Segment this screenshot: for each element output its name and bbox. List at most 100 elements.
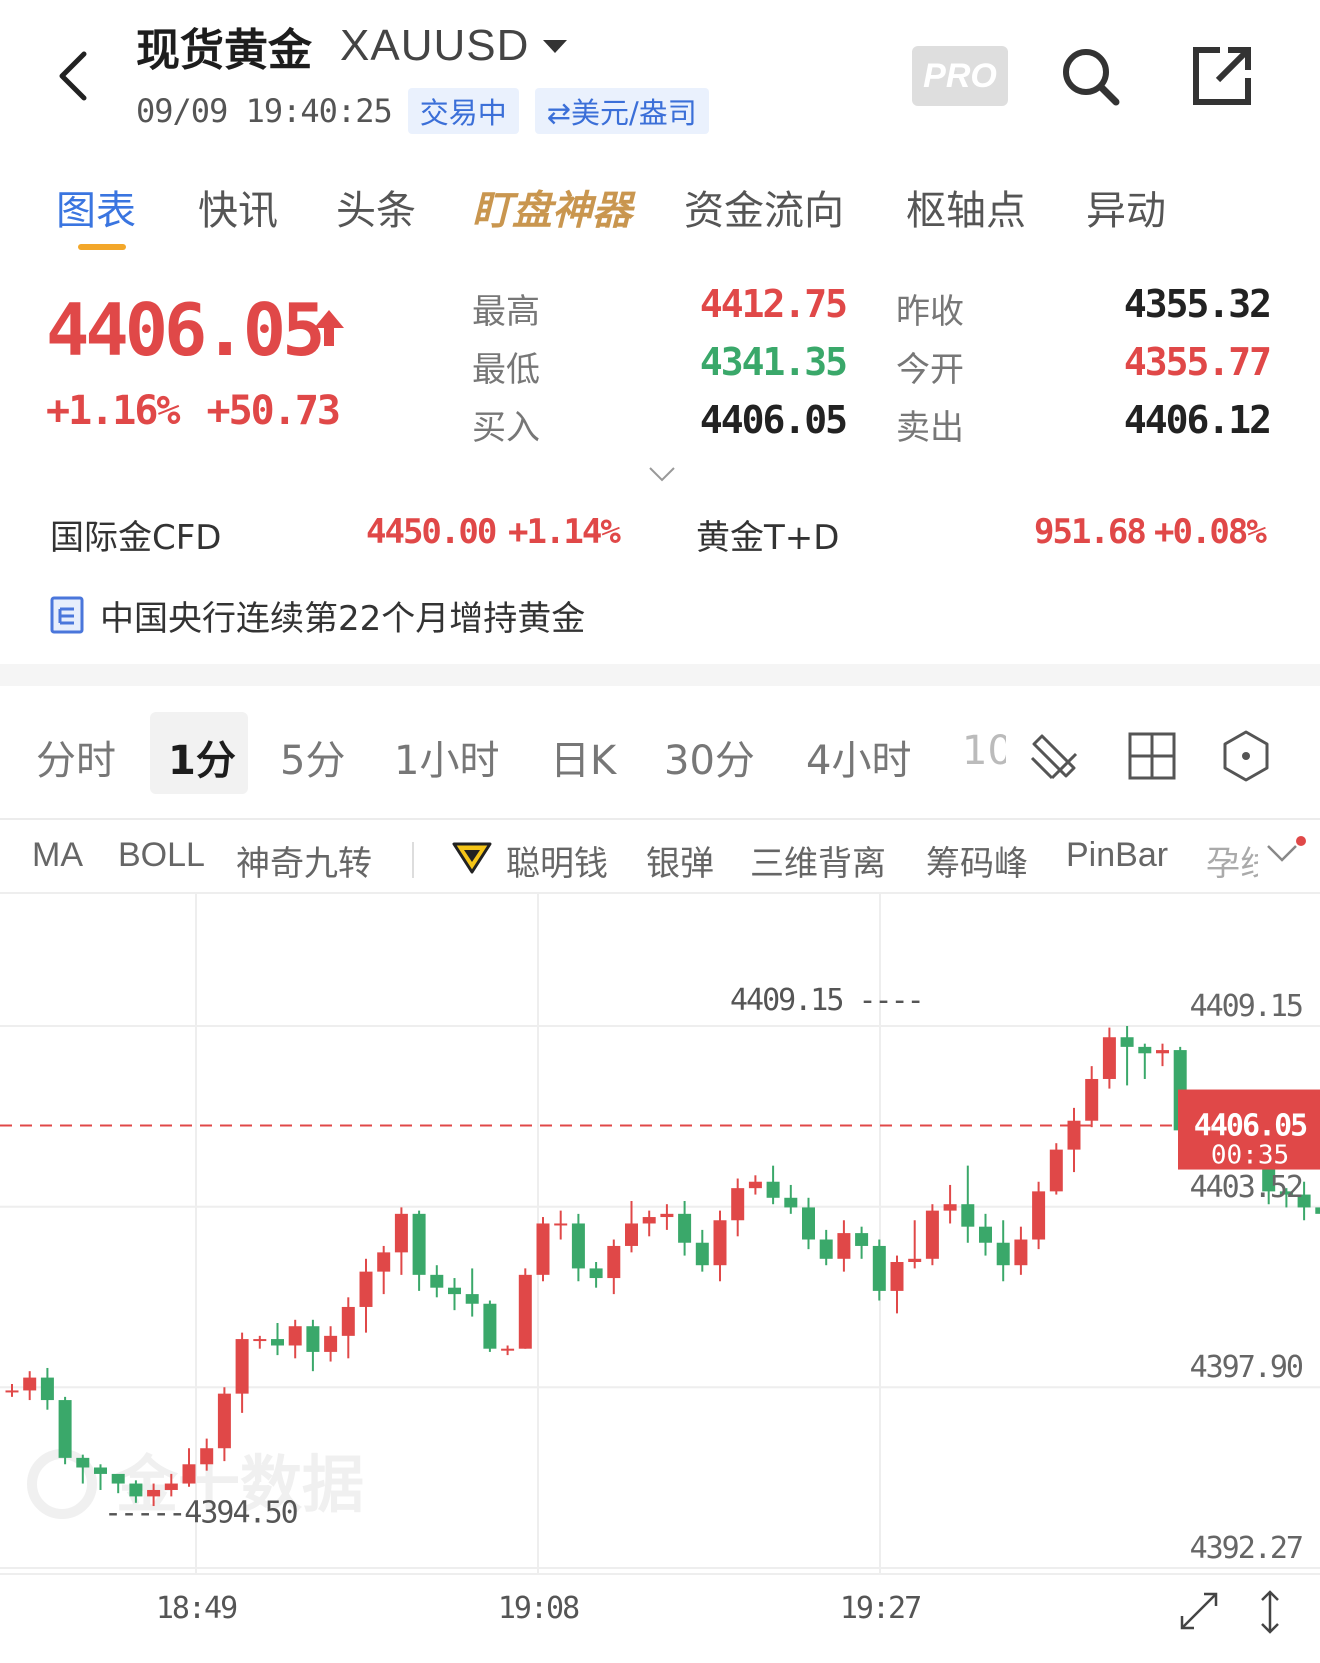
candle-body[interactable]	[341, 1306, 355, 1336]
candle-body[interactable]	[76, 1457, 90, 1468]
candle-body[interactable]	[1120, 1037, 1134, 1047]
indicator-ma[interactable]: MA	[32, 836, 83, 875]
tab-flash-news[interactable]: 快讯	[198, 178, 278, 236]
indicator-smart-money[interactable]: 聪明钱	[506, 836, 608, 885]
candle-body[interactable]	[784, 1197, 798, 1208]
td-label[interactable]: 黄金T+D	[696, 510, 839, 559]
vertical-scale-icon[interactable]	[1261, 1590, 1279, 1634]
candle-body[interactable]	[483, 1303, 497, 1349]
news-headline-row[interactable]: 中国央行连续第22个月增持黄金	[50, 590, 585, 640]
candle-body[interactable]	[448, 1287, 461, 1295]
candle-body[interactable]	[40, 1377, 54, 1401]
candle-body[interactable]	[554, 1223, 568, 1226]
indicator-silver-bullet[interactable]: 银弹	[646, 836, 714, 885]
candle-body[interactable]	[253, 1339, 267, 1342]
candle-body[interactable]	[324, 1335, 338, 1352]
candle-body[interactable]	[377, 1252, 391, 1272]
candle-body[interactable]	[200, 1448, 214, 1465]
currency-unit-badge[interactable]: ⇄美元/盎司	[534, 88, 709, 134]
candle-body[interactable]	[465, 1294, 479, 1304]
candle-body[interactable]	[872, 1245, 886, 1291]
period-4hour[interactable]: 4小时	[806, 728, 911, 786]
chevron-down-icon[interactable]	[648, 466, 676, 482]
tab-watch-tool[interactable]: 盯盘神器	[472, 178, 632, 236]
period-30min[interactable]: 30分	[664, 728, 755, 786]
settings-hexagon-icon[interactable]	[1218, 728, 1274, 784]
candle-body[interactable]	[678, 1213, 692, 1243]
indicator-pinbar[interactable]: PinBar	[1066, 836, 1168, 875]
candle-body[interactable]	[695, 1242, 709, 1266]
candle-body[interactable]	[766, 1181, 780, 1198]
candle-body[interactable]	[1138, 1046, 1152, 1054]
candle-body[interactable]	[713, 1220, 727, 1266]
candle-body[interactable]	[1032, 1191, 1046, 1240]
candle-body[interactable]	[23, 1377, 37, 1391]
candle-body[interactable]	[111, 1473, 125, 1484]
candle-body[interactable]	[979, 1226, 992, 1243]
candle-body[interactable]	[908, 1258, 922, 1263]
candle-body[interactable]	[536, 1223, 550, 1275]
indicator-boll[interactable]: BOLL	[118, 836, 205, 875]
dropdown-caret-icon[interactable]	[543, 39, 568, 53]
candle-body[interactable]	[1049, 1149, 1063, 1192]
period-more[interactable]: 10	[962, 728, 1006, 774]
candle-body[interactable]	[855, 1233, 869, 1246]
tab-chart[interactable]: 图表	[56, 178, 136, 236]
cfd-label[interactable]: 国际金CFD	[50, 510, 221, 559]
candle-body[interactable]	[164, 1483, 178, 1490]
candle-body[interactable]	[589, 1268, 603, 1279]
candle-body[interactable]	[394, 1213, 408, 1253]
indicator-chip-peak[interactable]: 筹码峰	[926, 836, 1028, 885]
candle-body[interactable]	[235, 1339, 249, 1394]
period-1min[interactable]: 1分	[168, 728, 236, 786]
candle-body[interactable]	[890, 1262, 904, 1291]
candle-body[interactable]	[271, 1339, 284, 1346]
period-1hour[interactable]: 1小时	[394, 728, 499, 786]
period-daily[interactable]: 日K	[550, 728, 616, 786]
kline-svg[interactable]: 金十数据4409.154403.524397.904392.274406.050…	[0, 894, 1320, 1663]
candle-body[interactable]	[430, 1274, 444, 1288]
candle-body[interactable]	[642, 1217, 656, 1224]
candle-body[interactable]	[961, 1204, 975, 1227]
candle-body[interactable]	[306, 1326, 320, 1352]
tab-pivot-points[interactable]: 枢轴点	[906, 178, 1026, 236]
period-5min[interactable]: 5分	[280, 728, 345, 786]
candle-body[interactable]	[501, 1348, 515, 1351]
candle-body[interactable]	[802, 1207, 815, 1240]
candle-body[interactable]	[412, 1213, 426, 1275]
candle-body[interactable]	[1085, 1078, 1099, 1121]
search-icon[interactable]	[1058, 44, 1122, 108]
candle-body[interactable]	[625, 1223, 638, 1246]
indicator-inside-bar[interactable]: 孕线	[1206, 836, 1258, 885]
period-timeshare[interactable]: 分时	[36, 728, 116, 786]
candle-body[interactable]	[359, 1271, 373, 1307]
candle-body[interactable]	[288, 1326, 302, 1346]
title-row[interactable]: 现货黄金 XAUUSD	[136, 16, 568, 76]
indicator-td-sequential[interactable]: 神奇九转	[236, 836, 372, 885]
candle-body[interactable]	[607, 1245, 621, 1279]
candle-body[interactable]	[58, 1400, 72, 1458]
tab-fund-flow[interactable]: 资金流向	[684, 178, 844, 236]
candle-body[interactable]	[1156, 1050, 1169, 1054]
candle-body[interactable]	[1315, 1207, 1320, 1214]
candle-body[interactable]	[5, 1390, 19, 1393]
layout-grid-icon[interactable]	[1124, 728, 1180, 784]
candle-body[interactable]	[925, 1210, 939, 1259]
candle-body[interactable]	[748, 1181, 762, 1189]
share-icon[interactable]	[1190, 44, 1254, 108]
candle-body[interactable]	[731, 1188, 745, 1221]
draw-line-icon[interactable]	[1026, 728, 1082, 784]
candle-body[interactable]	[1014, 1239, 1028, 1266]
candle-body[interactable]	[996, 1242, 1010, 1266]
candle-body[interactable]	[94, 1467, 107, 1474]
candle-body[interactable]	[943, 1204, 957, 1211]
tab-anomaly[interactable]: 异动	[1086, 178, 1166, 236]
chevron-down-icon[interactable]	[1264, 838, 1300, 868]
candle-body[interactable]	[182, 1464, 196, 1484]
candle-body[interactable]	[660, 1213, 674, 1218]
candle-body[interactable]	[837, 1233, 851, 1259]
candle-body[interactable]	[571, 1223, 585, 1269]
candle-body[interactable]	[819, 1239, 833, 1259]
back-arrow-icon[interactable]	[52, 48, 96, 104]
kline-chart[interactable]: 金十数据 4409.15 4403.52 4397.90 4392.27 4406.05 0…	[0, 892, 1320, 1663]
